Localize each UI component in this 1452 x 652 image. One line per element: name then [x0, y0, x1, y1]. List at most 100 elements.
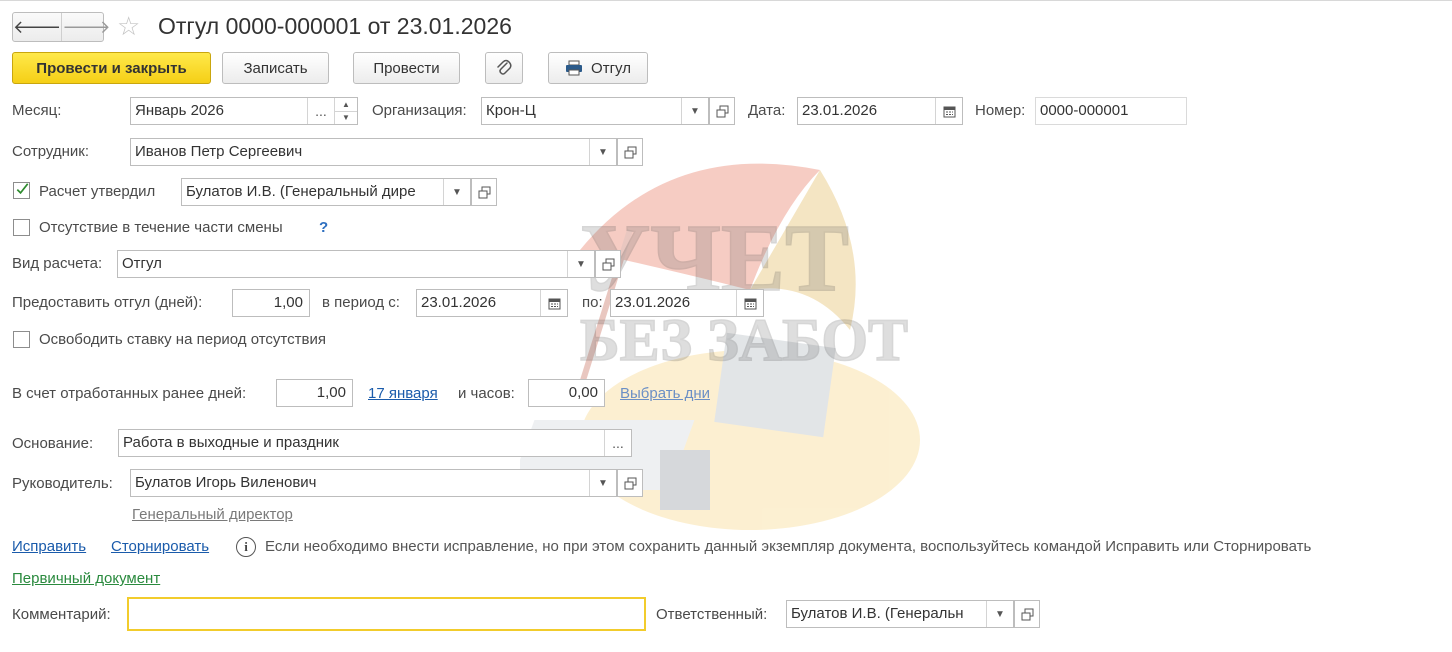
open-form-icon: [716, 105, 728, 117]
calendar-icon[interactable]: [540, 290, 567, 316]
partial-shift-label: Отсутствие в течение части смены: [39, 219, 283, 236]
forward-arrow-icon[interactable]: 🡒: [61, 13, 111, 41]
info-text: Если необходимо внести исправление, но п…: [265, 538, 1312, 555]
info-icon: i: [236, 537, 256, 557]
date-label: Дата:: [748, 102, 786, 119]
comment-input[interactable]: [127, 597, 646, 631]
partial-shift-checkbox[interactable]: [13, 219, 30, 236]
worked-days-field[interactable]: 1,00: [276, 379, 353, 407]
period-from-label: в период с:: [322, 294, 400, 311]
spin-down-icon[interactable]: ▼: [335, 110, 357, 125]
basis-label: Основание:: [12, 435, 94, 452]
date-value[interactable]: 23.01.2026: [798, 98, 935, 124]
window-top-border: [0, 0, 1452, 1]
organization-label: Организация:: [372, 102, 467, 119]
comment-label: Комментарий:: [12, 606, 111, 623]
approved-label: Расчет утвердил: [39, 183, 156, 200]
period-from-field[interactable]: 23.01.2026: [416, 289, 568, 317]
responsible-label: Ответственный:: [656, 606, 768, 623]
choose-days-link[interactable]: Выбрать дни: [620, 385, 710, 402]
employee-label: Сотрудник:: [12, 143, 90, 160]
number-value[interactable]: 0000-000001: [1036, 98, 1186, 124]
basis-value[interactable]: Работа в выходные и праздник: [119, 430, 604, 456]
print-label: Отгул: [591, 59, 631, 77]
nav-buttons: 🡐 🡒: [12, 12, 111, 42]
organization-value[interactable]: Крон-Ц: [482, 98, 681, 124]
worked-date-link[interactable]: 17 января: [368, 385, 438, 402]
approved-value[interactable]: Булатов И.В. (Генеральный дире: [182, 179, 443, 205]
paperclip-icon: [497, 59, 512, 75]
date-field[interactable]: 23.01.2026: [797, 97, 963, 125]
basis-field[interactable]: Работа в выходные и праздник ...: [118, 429, 632, 457]
calc-type-value[interactable]: Отгул: [118, 251, 567, 277]
help-icon[interactable]: ?: [319, 219, 328, 236]
month-select-button[interactable]: ...: [307, 98, 334, 124]
hours-value[interactable]: 0,00: [529, 380, 604, 406]
manager-value[interactable]: Булатов Игорь Виленович: [131, 470, 589, 496]
page-title: Отгул 0000-000001 от 23.01.2026: [158, 13, 512, 39]
organization-open-button[interactable]: [709, 97, 735, 125]
open-form-icon: [624, 146, 636, 158]
days-field[interactable]: 1,00: [232, 289, 310, 317]
worked-days-value[interactable]: 1,00: [277, 380, 352, 406]
print-button[interactable]: Отгул: [548, 52, 648, 84]
save-button[interactable]: Записать: [222, 52, 329, 84]
post-and-close-button[interactable]: Провести и закрыть: [12, 52, 211, 84]
dropdown-arrow-icon[interactable]: ▼: [567, 251, 594, 277]
calendar-icon[interactable]: [935, 98, 962, 124]
calc-type-field[interactable]: Отгул ▼: [117, 250, 595, 278]
approved-checkbox[interactable]: [13, 182, 30, 199]
open-form-icon: [478, 186, 490, 198]
dropdown-arrow-icon[interactable]: ▼: [589, 139, 616, 165]
number-field[interactable]: 0000-000001: [1035, 97, 1187, 125]
spin-up-icon[interactable]: ▲: [335, 98, 357, 111]
period-from-value[interactable]: 23.01.2026: [417, 290, 540, 316]
month-spinner[interactable]: ▲ ▼: [334, 98, 357, 124]
dropdown-arrow-icon[interactable]: ▼: [443, 179, 470, 205]
favorite-star-icon[interactable]: ☆: [117, 12, 140, 40]
open-form-icon: [624, 477, 636, 489]
primary-document-link[interactable]: Первичный документ: [12, 570, 160, 587]
dropdown-arrow-icon[interactable]: ▼: [986, 601, 1013, 627]
checkmark-icon: [16, 182, 29, 194]
storno-link[interactable]: Сторнировать: [111, 538, 209, 555]
responsible-open-button[interactable]: [1014, 600, 1040, 628]
month-label: Месяц:: [12, 102, 62, 119]
release-rate-label: Освободить ставку на период отсутствия: [39, 331, 326, 348]
month-field[interactable]: Январь 2026 ... ▲ ▼: [130, 97, 358, 125]
days-label: Предоставить отгул (дней):: [12, 294, 203, 311]
month-value[interactable]: Январь 2026: [131, 98, 307, 124]
responsible-field[interactable]: Булатов И.В. (Генеральн ▼: [786, 600, 1014, 628]
dropdown-arrow-icon[interactable]: ▼: [589, 470, 616, 496]
organization-field[interactable]: Крон-Ц ▼: [481, 97, 709, 125]
manager-position-link[interactable]: Генеральный директор: [132, 506, 293, 523]
period-to-field[interactable]: 23.01.2026: [610, 289, 764, 317]
employee-field[interactable]: Иванов Петр Сергеевич ▼: [130, 138, 617, 166]
open-form-icon: [1021, 608, 1033, 620]
back-arrow-icon[interactable]: 🡐: [13, 13, 61, 41]
approved-open-button[interactable]: [471, 178, 497, 206]
period-to-label: по:: [582, 294, 603, 311]
post-button[interactable]: Провести: [353, 52, 460, 84]
fix-link[interactable]: Исправить: [12, 538, 86, 555]
attach-button[interactable]: [485, 52, 523, 84]
manager-label: Руководитель:: [12, 475, 113, 492]
responsible-value[interactable]: Булатов И.В. (Генеральн: [787, 601, 986, 627]
employee-open-button[interactable]: [617, 138, 643, 166]
days-value[interactable]: 1,00: [233, 290, 309, 316]
calc-type-open-button[interactable]: [595, 250, 621, 278]
manager-field[interactable]: Булатов Игорь Виленович ▼: [130, 469, 617, 497]
worked-days-label: В счет отработанных ранее дней:: [12, 385, 247, 402]
period-to-value[interactable]: 23.01.2026: [611, 290, 736, 316]
printer-icon: [566, 60, 583, 76]
release-rate-checkbox[interactable]: [13, 331, 30, 348]
manager-open-button[interactable]: [617, 469, 643, 497]
hours-field[interactable]: 0,00: [528, 379, 605, 407]
basis-select-button[interactable]: ...: [604, 430, 631, 456]
dropdown-arrow-icon[interactable]: ▼: [681, 98, 708, 124]
calc-type-label: Вид расчета:: [12, 255, 103, 272]
number-label: Номер:: [975, 102, 1026, 119]
employee-value[interactable]: Иванов Петр Сергеевич: [131, 139, 589, 165]
approved-field[interactable]: Булатов И.В. (Генеральный дире ▼: [181, 178, 471, 206]
calendar-icon[interactable]: [736, 290, 763, 316]
